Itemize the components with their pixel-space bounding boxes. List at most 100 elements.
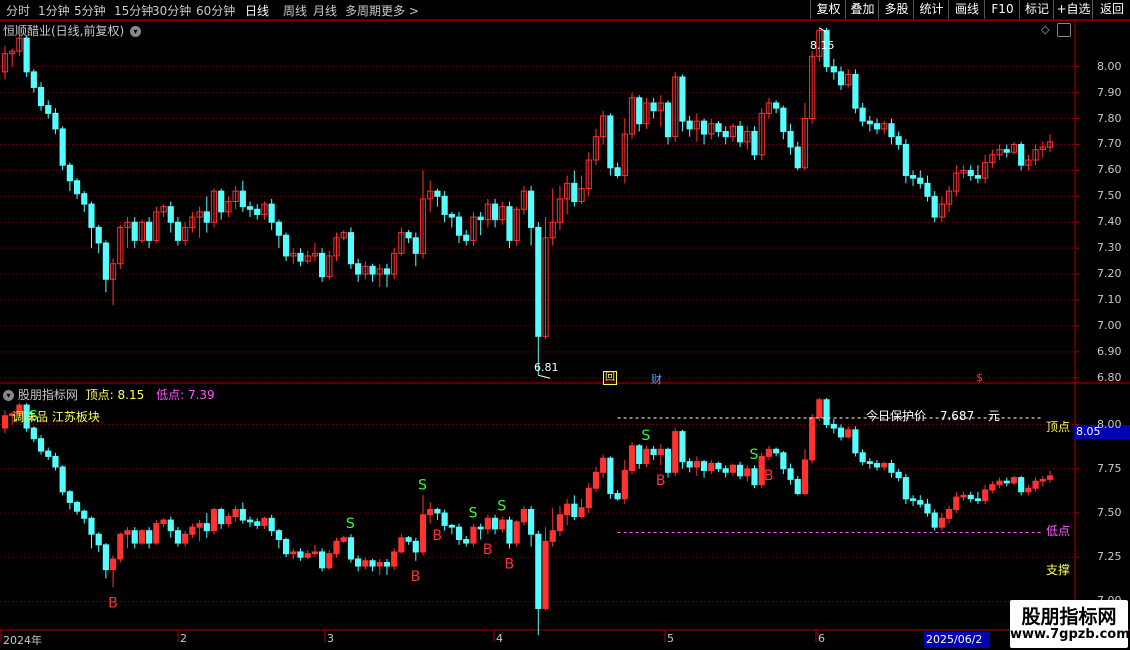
indicator-bar (643, 448, 650, 464)
chevron-down-icon[interactable]: ▾ (3, 390, 14, 401)
top-line-label: 顶点 (1046, 420, 1071, 434)
indicator-bar (765, 448, 773, 457)
candle-body (319, 252, 326, 278)
review-marker[interactable]: 回 (603, 371, 617, 385)
candle-body (571, 182, 578, 203)
indicator-bar (650, 448, 657, 456)
candle-body (607, 115, 614, 169)
main-panel-title: 恒顺醋业(日线,前复权) ▾ (3, 22, 142, 39)
candle-body (888, 123, 895, 138)
finance-marker[interactable]: 财 (651, 371, 662, 387)
indicator-bar (362, 560, 369, 567)
candlestick-chart: SSSS SSSBBBBBB B (0, 19, 1130, 642)
indicator-bar (600, 457, 607, 473)
current-date-badge: 2025/06/2 (924, 632, 990, 648)
candle-body (434, 190, 441, 197)
indicator-bar (391, 551, 398, 567)
sell-signal: S (497, 499, 506, 515)
candle-body (131, 221, 138, 241)
indicator-bar (902, 477, 909, 500)
indicator-bar (679, 431, 686, 463)
indicator-bar (686, 461, 693, 468)
candle-body (203, 211, 210, 223)
indicator-bar (448, 524, 455, 528)
candle-body (780, 107, 787, 132)
indicator-bar (376, 562, 383, 567)
indicator-bar (946, 508, 953, 519)
indicator-bar (405, 537, 412, 542)
indicator-bar (700, 461, 708, 472)
indicator-bar (535, 533, 542, 610)
indicator-bar (881, 462, 888, 468)
indicator-bar (455, 526, 463, 541)
indicator-bar (924, 503, 931, 514)
indicator-bar (427, 508, 434, 516)
indicator-bar (196, 523, 203, 528)
indicator-bar (693, 461, 700, 468)
buy-signal: B (411, 569, 421, 585)
candle-body (917, 177, 924, 184)
indicator-bar (182, 533, 189, 544)
indicator-bar (967, 494, 974, 500)
main-y-tick: 7.50 (1097, 189, 1122, 203)
dividend-marker[interactable]: $ (976, 371, 983, 384)
main-y-tick: 7.00 (1097, 318, 1122, 332)
candle-body (23, 37, 30, 73)
indicator-bar (773, 448, 780, 454)
candle-body (873, 123, 881, 130)
indicator-bar (909, 498, 917, 502)
candle-body (218, 190, 225, 213)
indicator-bar (412, 540, 419, 553)
indicator-bar (852, 429, 859, 454)
support-label: 支撑 (1046, 563, 1071, 577)
candle-body (174, 221, 182, 241)
indicator-bar (917, 500, 924, 505)
chevron-down-icon[interactable]: ▾ (130, 26, 142, 37)
indicator-bar (225, 516, 232, 525)
indicator-bar (859, 452, 866, 463)
candle-body (737, 125, 744, 143)
indicator-bar (383, 562, 391, 567)
main-title-text: 恒顺醋业(日线,前复权) (3, 24, 125, 38)
candle-body (146, 221, 153, 241)
candle-body (167, 206, 174, 223)
candle-body (686, 120, 693, 130)
candle-body (924, 182, 931, 197)
candle-body (679, 76, 686, 122)
candle-body (369, 265, 376, 275)
indicator-bar (441, 512, 448, 526)
candle-body (455, 216, 463, 236)
indicator-bar (491, 517, 499, 530)
indicator-bar (751, 468, 758, 486)
indicator-bar (290, 551, 297, 555)
indicator-bar (81, 510, 88, 519)
indicator-bar (960, 494, 967, 498)
candle-body (477, 216, 484, 221)
buy-signal: B (432, 528, 442, 544)
indicator-bar (326, 553, 333, 569)
candle-body (837, 71, 845, 86)
candle-body (974, 175, 982, 179)
indicator-bar (124, 530, 131, 535)
diamond-icon[interactable]: ◇ (1041, 23, 1049, 36)
indicator-bar (174, 530, 182, 544)
indicator-bar (1032, 480, 1039, 489)
maximize-icon[interactable] (1057, 23, 1071, 37)
watermark-title: 股朋指标网 (1021, 606, 1117, 628)
indicator-bar (275, 530, 282, 541)
candle-body (715, 123, 722, 132)
indicator-bar (1018, 477, 1025, 493)
sell-signal: S (641, 428, 650, 444)
indicator-bar (513, 521, 520, 544)
indicator-bar (398, 537, 405, 553)
candle-body (902, 143, 909, 177)
candle-body (88, 203, 95, 228)
candle-body (463, 234, 470, 241)
candle-body (859, 107, 866, 122)
candle-body (830, 66, 837, 73)
indicator-bar (506, 519, 513, 544)
indicator-bar (845, 429, 852, 438)
indicator-bar (528, 508, 535, 535)
indicator-bar (246, 519, 254, 523)
indicator-bar (463, 539, 470, 544)
